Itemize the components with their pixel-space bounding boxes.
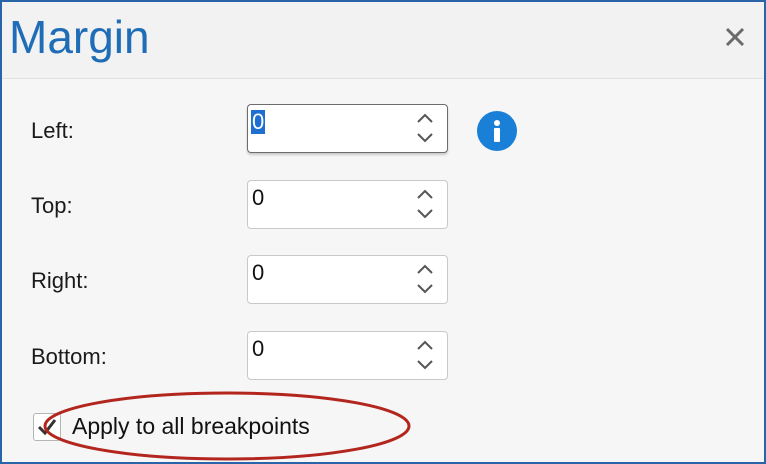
chevron-up-icon[interactable] [415, 262, 435, 276]
top-label: Top: [31, 193, 73, 218]
chevron-up-icon[interactable] [415, 187, 435, 201]
left-label: Left: [31, 118, 74, 143]
left-stepper[interactable] [415, 111, 435, 147]
dialog-titlebar: Margin [2, 2, 764, 79]
right-stepper[interactable] [415, 262, 435, 298]
chevron-down-icon[interactable] [415, 131, 435, 145]
top-value[interactable]: 0 [251, 186, 265, 210]
bottom-value[interactable]: 0 [251, 337, 265, 361]
chevron-down-icon[interactable] [415, 282, 435, 296]
close-icon[interactable] [722, 24, 750, 52]
left-spinbox[interactable]: 0 [247, 104, 448, 153]
top-stepper[interactable] [415, 187, 435, 223]
chevron-up-icon[interactable] [415, 338, 435, 352]
chevron-up-icon[interactable] [415, 111, 435, 125]
bottom-spinbox[interactable]: 0 [247, 331, 448, 380]
margin-dialog: Margin Left: 0 Top: 0 Right: 0 Bottom: 0… [0, 0, 766, 464]
chevron-down-icon[interactable] [415, 358, 435, 372]
right-value[interactable]: 0 [251, 261, 265, 285]
info-icon-dot [494, 120, 500, 126]
chevron-down-icon[interactable] [415, 207, 435, 221]
bottom-stepper[interactable] [415, 338, 435, 374]
apply-all-breakpoints-label[interactable]: Apply to all breakpoints [72, 413, 310, 440]
apply-all-breakpoints-checkbox[interactable] [33, 413, 61, 441]
dialog-title: Margin [9, 11, 150, 63]
right-spinbox[interactable]: 0 [247, 255, 448, 304]
checkmark-icon [37, 419, 57, 436]
info-icon[interactable] [477, 111, 517, 151]
bottom-label: Bottom: [31, 344, 107, 369]
top-spinbox[interactable]: 0 [247, 180, 448, 229]
info-icon-bar [494, 128, 500, 142]
left-value[interactable]: 0 [251, 110, 266, 134]
right-label: Right: [31, 268, 89, 293]
